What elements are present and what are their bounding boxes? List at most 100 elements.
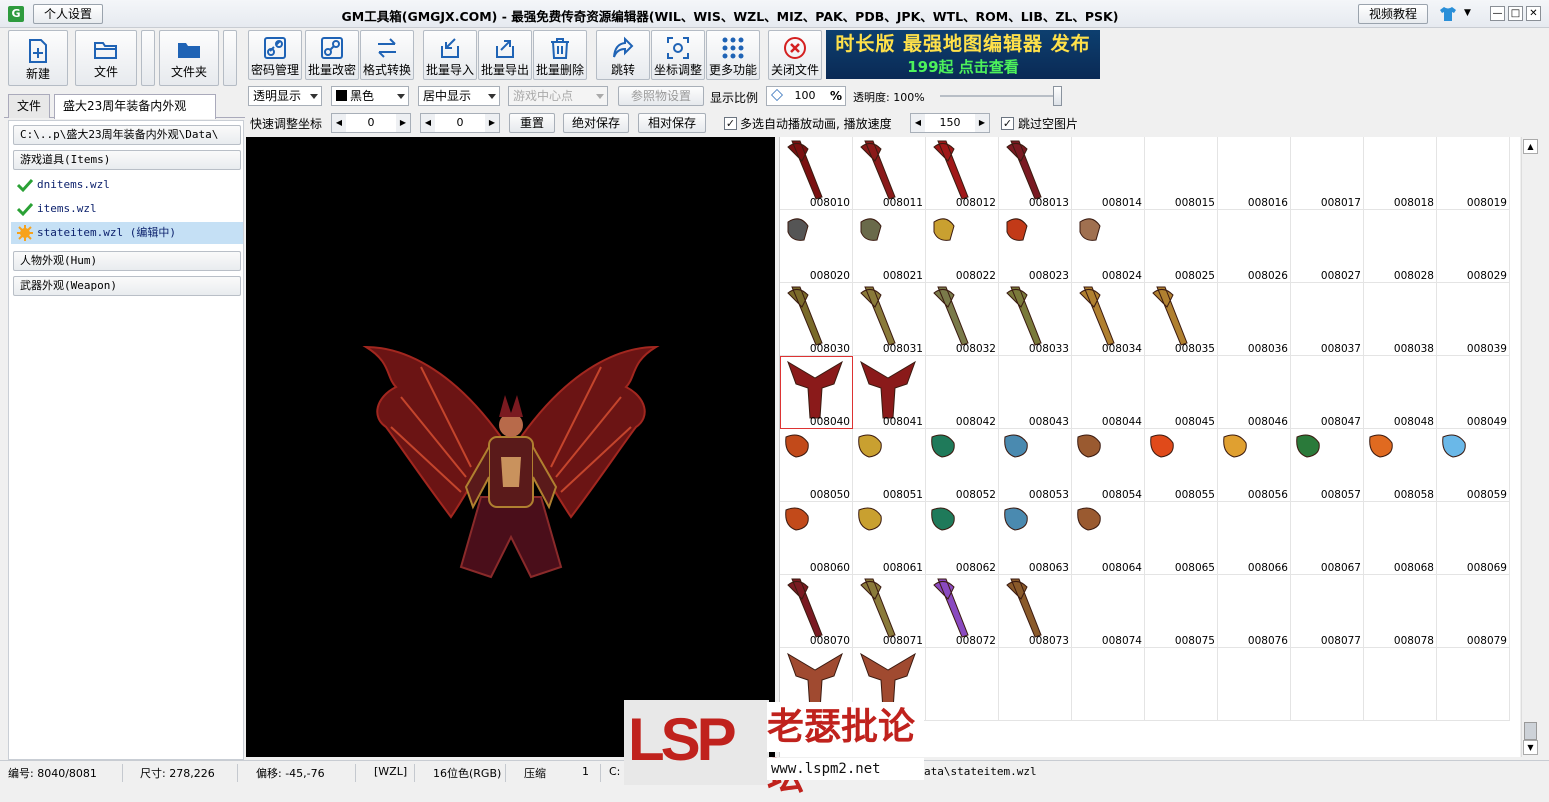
thumbnail-cell[interactable]: 008054 [1072, 429, 1145, 502]
maximize-button[interactable]: □ [1508, 6, 1523, 21]
thumbnail-cell[interactable]: 008057 [1291, 429, 1364, 502]
thumbnail-cell[interactable] [1072, 648, 1145, 721]
thumbnail-cell[interactable]: 008078 [1364, 575, 1437, 648]
thumbnail-cell[interactable]: 008043 [999, 356, 1072, 429]
thumbnail-cell[interactable]: 008067 [1291, 502, 1364, 575]
thumbnail-cell[interactable]: 008060 [780, 502, 853, 575]
open-folder-button[interactable]: 文件夹 [159, 30, 219, 86]
relative-save-button[interactable]: 相对保存 [638, 113, 706, 133]
thumbnail-cell[interactable] [1291, 648, 1364, 721]
thumbnail-cell[interactable]: 008056 [1218, 429, 1291, 502]
decrement-arrow-icon[interactable]: ◀ [911, 114, 925, 132]
thumbnail-cell[interactable]: 008020 [780, 210, 853, 283]
thumbnail-cell[interactable]: 008074 [1072, 575, 1145, 648]
promo-banner[interactable]: 时长版 最强地图编辑器 发布 199起 点击查看 [826, 30, 1100, 79]
thumbnail-cell[interactable]: 008042 [926, 356, 999, 429]
thumbnail-cell[interactable]: 008032 [926, 283, 999, 356]
decrement-arrow-icon[interactable]: ◀ [332, 114, 346, 132]
format-convert-button[interactable]: 格式转换 [360, 30, 414, 80]
thumbnail-cell[interactable]: 008041 [853, 356, 926, 429]
minimize-button[interactable]: — [1490, 6, 1505, 21]
thumbnail-cell[interactable]: 008011 [853, 137, 926, 210]
file-item[interactable]: items.wzl [11, 198, 243, 220]
thumbnail-cell[interactable]: 008012 [926, 137, 999, 210]
increment-arrow-icon[interactable]: ▶ [975, 114, 989, 132]
thumbnail-cell[interactable]: 008030 [780, 283, 853, 356]
thumbnail-cell[interactable]: 008055 [1145, 429, 1218, 502]
open-file-button[interactable]: 文件 [75, 30, 137, 86]
thumbnail-cell[interactable]: 008069 [1437, 502, 1510, 575]
thumbnail-cell[interactable]: 008033 [999, 283, 1072, 356]
thumbnail-cell[interactable]: 008025 [1145, 210, 1218, 283]
file-item[interactable]: dnitems.wzl [11, 174, 243, 196]
thumbnail-cell[interactable]: 008015 [1145, 137, 1218, 210]
thumbnail-cell[interactable]: 008022 [926, 210, 999, 283]
thumbnail-cell[interactable] [999, 648, 1072, 721]
preview-canvas[interactable] [246, 137, 775, 757]
thumbnail-cell[interactable]: 008061 [853, 502, 926, 575]
thumbnail-cell[interactable]: 008034 [1072, 283, 1145, 356]
thumbnail-cell[interactable]: 008046 [1218, 356, 1291, 429]
thumbnail-cell[interactable]: 008014 [1072, 137, 1145, 210]
coord-y-stepper[interactable]: ◀ 0 ▶ [420, 113, 500, 133]
increment-arrow-icon[interactable]: ▶ [396, 114, 410, 132]
group-weapon[interactable]: 武器外观(Weapon) [13, 276, 241, 296]
thumbnail-cell[interactable]: 008059 [1437, 429, 1510, 502]
thumbnail-cell[interactable]: 008044 [1072, 356, 1145, 429]
more-functions-button[interactable]: 更多功能 [706, 30, 760, 80]
thumbnail-cell[interactable]: 008013 [999, 137, 1072, 210]
file-item-selected[interactable]: stateitem.wzl (编辑中) [11, 222, 243, 244]
tab-file[interactable]: 文件 [8, 94, 51, 118]
thumbnail-cell[interactable]: 008028 [1364, 210, 1437, 283]
thumbnail-cell[interactable] [926, 648, 999, 721]
bg-color-select[interactable]: 黑色 [331, 86, 409, 106]
thumbnail-cell[interactable]: 008026 [1218, 210, 1291, 283]
thumbnail-cell[interactable]: 008016 [1218, 137, 1291, 210]
thumbnail-cell[interactable] [1218, 648, 1291, 721]
decrement-arrow-icon[interactable]: ◀ [421, 114, 435, 132]
thumbnail-cell[interactable]: 008027 [1291, 210, 1364, 283]
thumbnail-cell[interactable]: 008051 [853, 429, 926, 502]
thumbnail-cell[interactable]: 008072 [926, 575, 999, 648]
vertical-scrollbar[interactable]: ▲ ▼ [1521, 137, 1538, 757]
thumbnail-cell[interactable]: 008052 [926, 429, 999, 502]
increment-arrow-icon[interactable]: ▶ [485, 114, 499, 132]
thumbnail-cell[interactable] [1364, 648, 1437, 721]
thumbnail-cell[interactable]: 008035 [1145, 283, 1218, 356]
thumbnail-cell[interactable]: 008010 [780, 137, 853, 210]
chevron-down-icon[interactable]: ▼ [1464, 8, 1471, 18]
thumbnail-cell[interactable]: 008065 [1145, 502, 1218, 575]
opacity-slider-track[interactable] [940, 95, 1060, 97]
thumbnail-cell[interactable]: 008058 [1364, 429, 1437, 502]
absolute-save-button[interactable]: 绝对保存 [563, 113, 629, 133]
thumbnail-cell[interactable]: 008053 [999, 429, 1072, 502]
batch-delete-button[interactable]: 批量删除 [533, 30, 587, 80]
thumbnail-cell[interactable]: 008068 [1364, 502, 1437, 575]
thumbnail-cell[interactable]: 008023 [999, 210, 1072, 283]
thumbnail-cell[interactable]: 008045 [1145, 356, 1218, 429]
close-file-button[interactable]: 关闭文件 [768, 30, 822, 80]
personal-settings-button[interactable]: 个人设置 [33, 4, 103, 24]
transparent-display-select[interactable]: 透明显示 [248, 86, 322, 106]
thumbnail-cell[interactable]: 008077 [1291, 575, 1364, 648]
thumbnail-cell[interactable]: 008036 [1218, 283, 1291, 356]
speed-stepper[interactable]: ◀ 150 ▶ [910, 113, 990, 133]
coord-adjust-button[interactable]: 坐标调整 [651, 30, 705, 80]
thumbnail-cell[interactable]: 008050 [780, 429, 853, 502]
scroll-down-icon[interactable]: ▼ [1523, 740, 1538, 755]
multi-anim-checkbox[interactable]: ✓ [724, 117, 737, 130]
thumbnail-cell[interactable]: 008073 [999, 575, 1072, 648]
tab-project[interactable]: 盛大23周年装备内外观✕ [54, 94, 216, 136]
thumbnail-cell[interactable]: 008075 [1145, 575, 1218, 648]
path-bar[interactable]: C:\..p\盛大23周年装备内外观\Data\ [13, 125, 241, 145]
thumbnail-cell[interactable]: 008038 [1364, 283, 1437, 356]
thumbnail-cell[interactable]: 008029 [1437, 210, 1510, 283]
batch-decrypt-button[interactable]: 批量改密 [305, 30, 359, 80]
jump-button[interactable]: 跳转 [596, 30, 650, 80]
group-hum[interactable]: 人物外观(Hum) [13, 251, 241, 271]
thumbnail-cell[interactable]: 008064 [1072, 502, 1145, 575]
thumbnail-cell[interactable]: 008076 [1218, 575, 1291, 648]
thumbnail-cell[interactable]: 008071 [853, 575, 926, 648]
thumbnail-cell[interactable]: 008079 [1437, 575, 1510, 648]
skin-shirt-icon[interactable] [1439, 6, 1457, 22]
